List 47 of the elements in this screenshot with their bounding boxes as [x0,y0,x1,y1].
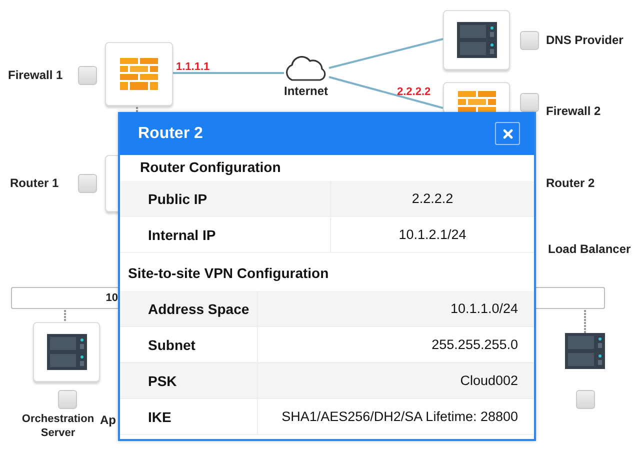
ip-label: 1.1.1.1 [176,61,210,73]
checkbox[interactable] [58,390,77,409]
firewall-tile[interactable] [443,82,510,114]
ip-label: 2.2.2.2 [397,86,431,98]
firewall-tile[interactable] [105,42,173,106]
dialog-title: Router 2 [138,124,203,142]
connector-line [64,310,66,322]
server-icon [456,22,496,58]
field-value: 10.1.1.0/24 [449,300,519,318]
connector-line [136,104,138,113]
node-label: Router 2 [546,175,595,191]
field-name: Public IP [120,181,331,216]
checkbox[interactable] [520,31,539,50]
field-value: 255.255.255.0 [430,336,519,354]
node-label: Firewall 1 [8,67,63,83]
section-title: Site-to-site VPN Configuration [127,264,330,283]
node-label: Orchestration Server [20,412,96,440]
checkbox[interactable] [78,66,97,85]
connector-line [584,310,586,333]
field-value: Cloud002 [459,372,519,390]
node-label: Router 1 [10,175,59,191]
node-label: Internet [284,83,328,99]
checkbox[interactable] [576,390,595,409]
node-label: Ap [100,412,116,428]
firewall-icon [458,91,496,113]
field-value: 10.1.2.1/24 [398,226,468,244]
firewall-icon [120,58,158,90]
subnet-label: 10 [106,292,118,304]
checkbox[interactable] [520,93,539,112]
field-name: IKE [120,399,258,434]
server-icon [565,333,605,369]
node-label: Firewall 2 [546,103,601,119]
field-name: Subnet [120,327,258,362]
field-name: PSK [120,363,258,398]
field-value: SHA1/AES256/DH2/SA Lifetime: 28800 [280,408,519,426]
close-button[interactable] [495,122,520,145]
node-label: DNS Provider [546,32,624,48]
field-name: Address Space [120,291,258,326]
close-icon [500,126,514,140]
field-name: Internal IP [120,217,331,252]
checkbox[interactable] [78,174,97,193]
server-icon [46,334,86,370]
field-value: 2.2.2.2 [410,190,454,208]
device-tile[interactable] [33,322,100,382]
node-label: Load Balancer [548,241,631,257]
section-title: Router Configuration [139,158,282,177]
device-tile[interactable] [443,10,510,70]
